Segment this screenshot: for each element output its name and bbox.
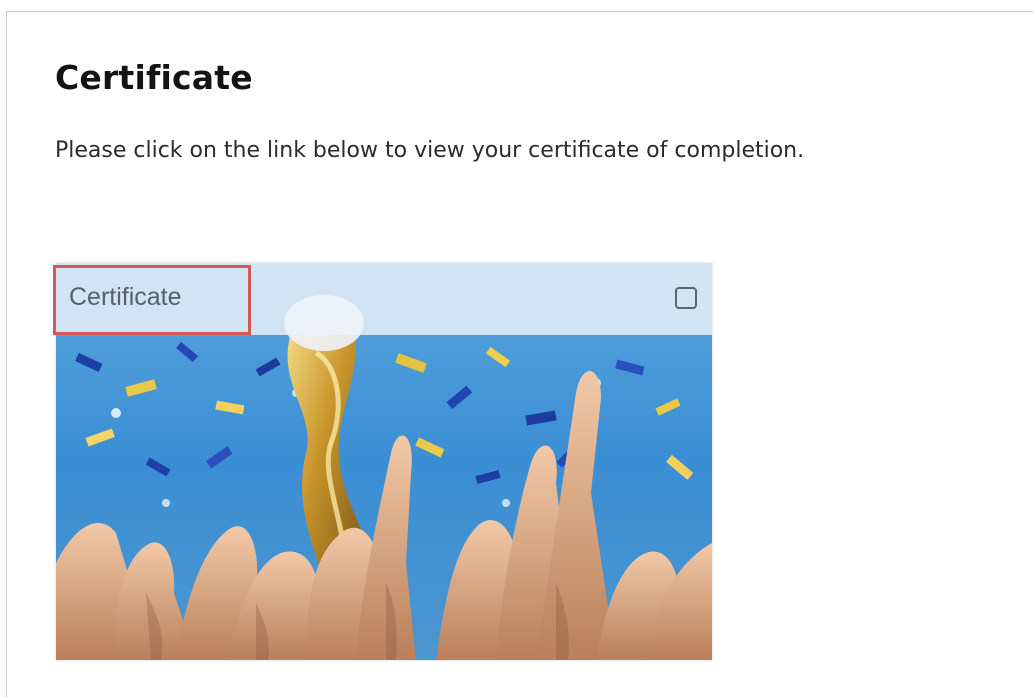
square-checkbox-icon[interactable] [675,287,697,309]
certificate-link-label[interactable]: Certificate [69,283,182,312]
page-instructions: Please click on the link below to view y… [55,138,805,163]
certificate-card-link[interactable]: Certificate [56,263,712,660]
page-title: Certificate [55,58,253,97]
